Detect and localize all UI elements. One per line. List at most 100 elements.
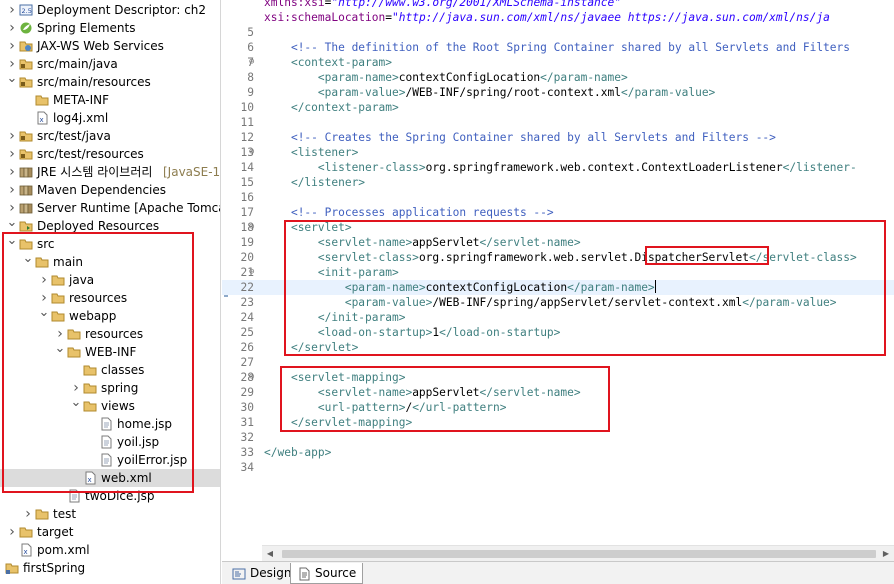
code-text[interactable]: <servlet-mapping>: [264, 370, 406, 385]
code-line[interactable]: 21 ⊖ <init-param>: [222, 265, 894, 280]
tree-item[interactable]: ⌄ WEB-INF: [0, 342, 220, 361]
code-text[interactable]: <servlet-name>appServlet</servlet-name>: [264, 385, 581, 400]
collapse-icon[interactable]: ⌄: [22, 252, 34, 271]
code-line[interactable]: 13 ⊖ <listener>: [222, 145, 894, 160]
code-line[interactable]: 18 ⊖ <servlet>: [222, 220, 894, 235]
tree-item[interactable]: › src/test/java: [0, 127, 220, 145]
xml-source-editor[interactable]: xmlns:xsi="http://www.w3.org/2001/XMLSch…: [222, 0, 894, 561]
tree-item[interactable]: x web.xml: [0, 469, 220, 487]
code-line[interactable]: 31 </servlet-mapping>: [222, 415, 894, 430]
tree-item[interactable]: › resources: [0, 289, 220, 307]
code-line[interactable]: 30 <url-pattern>/</url-pattern>: [222, 400, 894, 415]
expand-icon[interactable]: ›: [6, 37, 18, 55]
code-line[interactable]: 15 </listener>: [222, 175, 894, 190]
collapse-icon[interactable]: ⌄: [54, 342, 66, 361]
tree-item[interactable]: › spring: [0, 379, 220, 397]
code-line[interactable]: 23 <param-value>/WEB-INF/spring/appServl…: [222, 295, 894, 310]
scroll-left-icon[interactable]: ◀: [262, 546, 278, 562]
tree-item[interactable]: › src/test/resources: [0, 145, 220, 163]
fold-toggle-icon[interactable]: ⊖: [249, 370, 259, 385]
tree-item[interactable]: › src/main/java: [0, 55, 220, 73]
collapse-icon[interactable]: ⌄: [70, 396, 82, 415]
tab-source[interactable]: Source: [290, 563, 364, 584]
code-line[interactable]: 28 ⊖ <servlet-mapping>: [222, 370, 894, 385]
expand-icon[interactable]: ›: [22, 505, 34, 523]
code-line[interactable]: 24 </init-param>: [222, 310, 894, 325]
code-line[interactable]: 32: [222, 430, 894, 445]
expand-icon[interactable]: ›: [6, 1, 18, 19]
code-text[interactable]: <load-on-startup>1</load-on-startup>: [264, 325, 561, 340]
expand-icon[interactable]: ›: [38, 271, 50, 289]
tree-item[interactable]: › JRE 시스템 라이브러리 [JavaSE-11: [0, 163, 220, 181]
code-text[interactable]: </init-param>: [264, 310, 406, 325]
code-text[interactable]: <param-value>/WEB-INF/spring/appServlet/…: [264, 295, 837, 310]
tab-design[interactable]: Design: [226, 563, 297, 584]
expand-icon[interactable]: ›: [6, 163, 18, 181]
code-text[interactable]: xmlns:xsi="http://www.w3.org/2001/XMLSch…: [264, 0, 621, 10]
tree-item[interactable]: twoDice.jsp: [0, 487, 220, 505]
code-line[interactable]: 12 <!-- Creates the Spring Container sha…: [222, 130, 894, 145]
tree-item[interactable]: › 2.5 Deployment Descriptor: ch2: [0, 1, 220, 19]
code-line[interactable]: 17 <!-- Processes application requests -…: [222, 205, 894, 220]
code-text[interactable]: <url-pattern>/</url-pattern>: [264, 400, 507, 415]
tree-item[interactable]: › Spring Elements: [0, 19, 220, 37]
code-text[interactable]: <param-name>contextConfigLocation</param…: [264, 280, 656, 295]
code-text[interactable]: </listener>: [264, 175, 365, 190]
code-text[interactable]: <servlet-class>org.springframework.web.s…: [264, 250, 857, 265]
collapse-icon[interactable]: ⌄: [6, 72, 18, 91]
collapse-icon[interactable]: ⌄: [6, 234, 18, 253]
tree-item[interactable]: ⌄ Deployed Resources: [0, 216, 220, 235]
tree-item[interactable]: › target: [0, 523, 220, 541]
expand-icon[interactable]: ›: [6, 181, 18, 199]
tree-item[interactable]: ⌄ webapp: [0, 306, 220, 325]
code-text[interactable]: <param-name>contextConfigLocation</param…: [264, 70, 628, 85]
code-line[interactable]: 14 <listener-class>org.springframework.w…: [222, 160, 894, 175]
code-line[interactable]: 19 <servlet-name>appServlet</servlet-nam…: [222, 235, 894, 250]
tree-item[interactable]: ⌄ views: [0, 396, 220, 415]
code-text[interactable]: <!-- Creates the Spring Container shared…: [264, 130, 776, 145]
expand-icon[interactable]: ›: [6, 145, 18, 163]
code-text[interactable]: </context-param>: [264, 100, 399, 115]
tree-item[interactable]: › JAX-WS Web Services: [0, 37, 220, 55]
expand-icon[interactable]: ›: [6, 127, 18, 145]
code-line[interactable]: xmlns:xsi="http://www.w3.org/2001/XMLSch…: [222, 0, 894, 10]
tree-item[interactable]: META-INF: [0, 91, 220, 109]
tree-item[interactable]: › test: [0, 505, 220, 523]
fold-toggle-icon[interactable]: ⊖: [249, 265, 259, 280]
code-text[interactable]: <init-param>: [264, 265, 399, 280]
expand-icon[interactable]: ›: [6, 523, 18, 541]
code-text[interactable]: <listener-class>org.springframework.web.…: [264, 160, 857, 175]
collapse-icon[interactable]: ⌄: [38, 306, 50, 325]
tree-item[interactable]: firstSpring: [0, 559, 220, 577]
horizontal-scrollbar[interactable]: ◀ ▶: [262, 545, 894, 561]
code-line[interactable]: 6 <!-- The definition of the Root Spring…: [222, 40, 894, 55]
tree-item[interactable]: ⌄ main: [0, 252, 220, 271]
code-line[interactable]: 16: [222, 190, 894, 205]
code-text[interactable]: </web-app>: [264, 445, 331, 460]
tree-item[interactable]: › resources: [0, 325, 220, 343]
code-text[interactable]: <!-- The definition of the Root Spring C…: [264, 40, 850, 55]
code-line[interactable]: 10 </context-param>: [222, 100, 894, 115]
tree-item[interactable]: ⌄ src: [0, 234, 220, 253]
code-text[interactable]: <param-value>/WEB-INF/spring/root-contex…: [264, 85, 715, 100]
expand-icon[interactable]: ›: [6, 19, 18, 37]
code-line[interactable]: 26 </servlet>: [222, 340, 894, 355]
code-text[interactable]: <!-- Processes application requests -->: [264, 205, 554, 220]
code-text[interactable]: <listener>: [264, 145, 358, 160]
scroll-right-icon[interactable]: ▶: [878, 546, 894, 562]
fold-toggle-icon[interactable]: ⊖: [249, 220, 259, 235]
tree-item[interactable]: classes: [0, 361, 220, 379]
code-line[interactable]: 11: [222, 115, 894, 130]
code-text[interactable]: xsi:schemaLocation="http://java.sun.com/…: [264, 10, 830, 25]
code-text[interactable]: </servlet-mapping>: [264, 415, 412, 430]
code-line[interactable]: 7 ⊖ <context-param>: [222, 55, 894, 70]
code-text[interactable]: <servlet-name>appServlet</servlet-name>: [264, 235, 581, 250]
code-line[interactable]: 27: [222, 355, 894, 370]
code-line[interactable]: 20 <servlet-class>org.springframework.we…: [222, 250, 894, 265]
tree-item[interactable]: x pom.xml: [0, 541, 220, 559]
code-text[interactable]: <context-param>: [264, 55, 392, 70]
scrollbar-thumb[interactable]: [282, 550, 876, 558]
code-line[interactable]: 34: [222, 460, 894, 475]
code-line[interactable]: 22 <param-name>contextConfigLocation</pa…: [222, 280, 894, 295]
tree-item[interactable]: yoilError.jsp: [0, 451, 220, 469]
